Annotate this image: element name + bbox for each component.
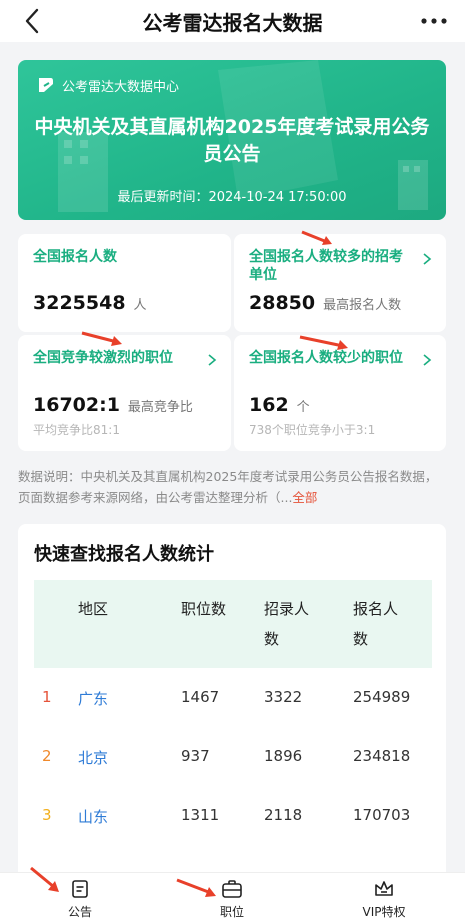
annotation-arrow-icon: [301, 230, 332, 245]
header-recruits: 招录人数: [264, 600, 310, 648]
table-row[interactable]: 2 北京 937 1896 234818: [34, 727, 432, 786]
stat-value: 3225548: [33, 292, 126, 314]
stat-unit: 个: [296, 400, 310, 415]
table-row[interactable]: 3 山东 1311 2118 170703: [34, 786, 432, 845]
stat-subtext: 平均竞争比81:1: [33, 423, 120, 437]
applicant-stats-panel: 快速查找报名人数统计 地区 职位数 招录人数 报名人数 1 广东 1467 33…: [18, 524, 446, 884]
chevron-right-icon: [423, 354, 432, 366]
row-rank: 3: [42, 806, 52, 824]
row-recruits: 1896: [264, 747, 303, 765]
stat-card-total-applicants[interactable]: 全国报名人数 3225548 人: [18, 234, 231, 332]
brand: 公考雷达大数据中心: [36, 75, 179, 95]
row-recruits: 3322: [264, 688, 303, 706]
row-positions: 1311: [181, 806, 220, 824]
stat-label: 全国报名人数较多的招考单位: [249, 249, 403, 283]
stat-label: 全国竞争较激烈的职位: [33, 350, 173, 366]
header-applicants: 报名人数: [353, 600, 399, 648]
row-region[interactable]: 山东: [78, 806, 108, 827]
more-options-icon[interactable]: [419, 10, 449, 32]
table-header: 地区 职位数 招录人数 报名人数: [34, 580, 432, 668]
row-positions: 937: [181, 747, 210, 765]
top-bar: 公考雷达报名大数据: [0, 0, 465, 42]
annotation-arrow-icon: [30, 866, 59, 892]
brand-name: 公考雷达大数据中心: [62, 79, 180, 95]
row-recruits: 2118: [264, 806, 303, 824]
row-region[interactable]: 广东: [78, 688, 108, 709]
header-region: 地区: [78, 600, 109, 618]
annotation-arrow-icon: [176, 878, 216, 897]
annotation-arrow-icon: [81, 331, 122, 346]
panel-title: 快速查找报名人数统计: [34, 544, 214, 565]
tab-label: 公告: [67, 905, 92, 919]
stat-label: 全国报名人数: [33, 249, 117, 265]
row-region[interactable]: 北京: [78, 747, 108, 768]
hero-banner: 公考雷达大数据中心 中央机关及其直属机构2025年度考试录用公务员公告 最后更新…: [18, 60, 446, 220]
document-icon: [72, 880, 88, 898]
table-row[interactable]: 1 广东 1467 3322 254989: [34, 668, 432, 727]
chevron-right-icon: [423, 253, 432, 265]
bottom-tab-bar: 公告 职位 VIP特权: [0, 872, 465, 924]
row-applicants: 234818: [353, 747, 411, 765]
description-text: 数据说明：中央机关及其直属机构2025年度考试录用公务员公告报名数据，页面数据参…: [18, 469, 438, 505]
tab-vip[interactable]: VIP特权: [344, 879, 424, 920]
last-updated: 最后更新时间：2024-10-24 17:50:00: [117, 190, 347, 205]
briefcase-icon: [222, 880, 242, 898]
stat-value: 28850: [249, 292, 316, 314]
tab-label: VIP特权: [362, 905, 406, 919]
stat-card-low-applicant-positions[interactable]: 全国报名人数较少的职位 162 个 738个职位竞争小于3:1: [234, 335, 446, 451]
stat-unit: 最高报名人数: [323, 298, 402, 313]
stat-card-competitive-position[interactable]: 全国竞争较激烈的职位 16702:1 最高竞争比 平均竞争比81:1: [18, 335, 231, 451]
stat-card-top-unit[interactable]: 全国报名人数较多的招考单位 28850 最高报名人数: [234, 234, 446, 332]
stat-subtext: 738个职位竞争小于3:1: [249, 423, 376, 437]
header-positions: 职位数: [181, 600, 227, 618]
stat-value: 162: [249, 394, 289, 416]
page-title: 公考雷达报名大数据: [142, 10, 323, 35]
annotation-arrow-icon: [299, 335, 348, 350]
stat-unit: 最高竞争比: [127, 400, 193, 415]
tab-label: 职位: [219, 905, 244, 919]
row-applicants: 254989: [353, 688, 411, 706]
announcement-title: 中央机关及其直属机构2025年度考试录用公务员公告: [34, 116, 430, 165]
row-rank: 1: [42, 688, 52, 706]
data-description: 数据说明：中央机关及其直属机构2025年度考试录用公务员公告报名数据，页面数据参…: [18, 466, 446, 508]
brand-logo-icon: [39, 78, 53, 92]
crown-icon: [375, 881, 393, 896]
row-rank: 2: [42, 747, 52, 765]
back-arrow-icon[interactable]: [18, 6, 48, 36]
row-applicants: 170703: [353, 806, 411, 824]
stat-value: 16702:1: [33, 394, 120, 416]
chevron-right-icon: [208, 354, 217, 366]
stat-unit: 人: [133, 298, 147, 313]
show-all-link[interactable]: 全部: [292, 490, 317, 505]
row-positions: 1467: [181, 688, 220, 706]
